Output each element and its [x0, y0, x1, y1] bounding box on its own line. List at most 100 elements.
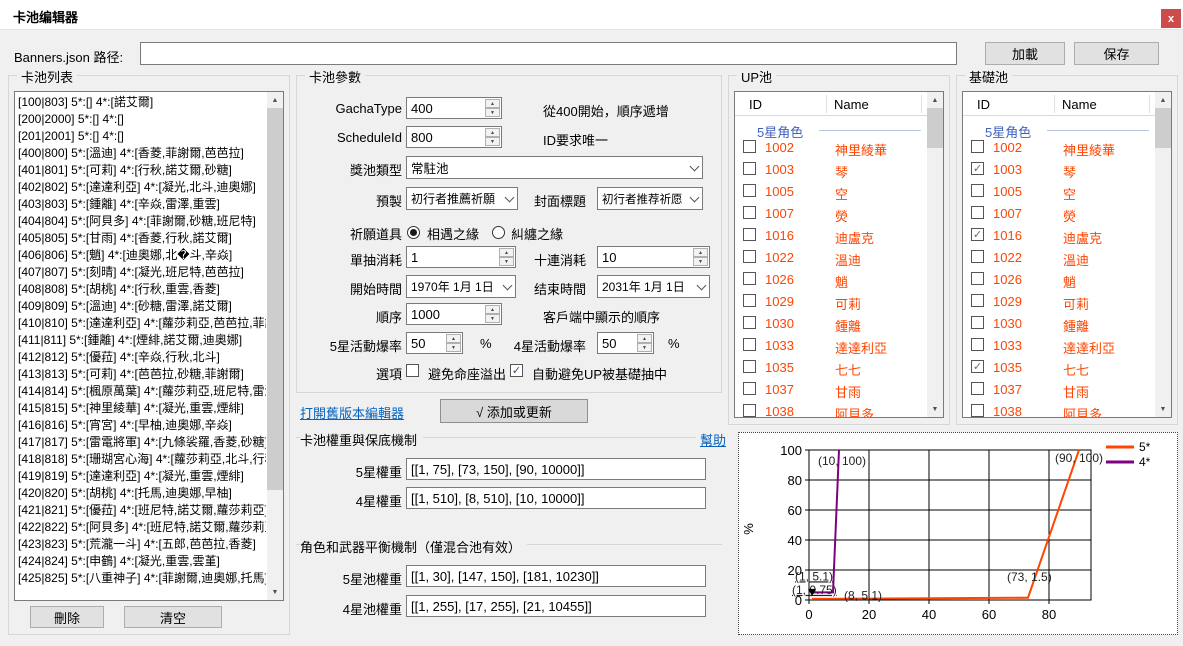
- list-item[interactable]: [415|815] 5*:[神里綾華] 4*:[凝光,重雲,煙緋]: [15, 400, 266, 417]
- scrollbar-thumb[interactable]: [1155, 108, 1171, 148]
- row-checkbox[interactable]: [743, 404, 756, 417]
- list-item[interactable]: [413|813] 5*:[可莉] 4*:[芭芭拉,砂糖,菲謝爾]: [15, 366, 266, 383]
- row-checkbox[interactable]: [971, 206, 984, 219]
- list-item[interactable]: [425|825] 5*:[八重神子] 4*:[菲謝爾,迪奧娜,托馬]: [15, 570, 266, 587]
- row-checkbox[interactable]: [743, 140, 756, 153]
- gachatype-input[interactable]: 400 ▲▼: [406, 97, 502, 119]
- scheduleid-input[interactable]: 800 ▲▼: [406, 126, 502, 148]
- pool-row[interactable]: 1007熒: [963, 205, 1153, 221]
- pool-weight4-input[interactable]: [406, 595, 706, 617]
- pool-row[interactable]: 1016迪盧克: [963, 227, 1153, 243]
- row-checkbox[interactable]: [743, 228, 756, 241]
- scroll-down-icon[interactable]: ▼: [1155, 401, 1171, 417]
- base-pool-list[interactable]: ID Name 5星角色 1002神里綾華1003琴1005空1007熒1016…: [962, 91, 1172, 418]
- row-checkbox[interactable]: [743, 294, 756, 307]
- help-link[interactable]: 幫助: [696, 430, 726, 449]
- pool-listbox[interactable]: [100|803] 5*:[] 4*:[諾艾爾][200|2000] 5*:[]…: [14, 91, 284, 601]
- scrollbar-thumb[interactable]: [927, 108, 943, 148]
- row-checkbox[interactable]: [743, 382, 756, 395]
- list-item[interactable]: [200|2000] 5*:[] 4*:[]: [15, 111, 266, 128]
- pool-type-select[interactable]: 常駐池: [406, 156, 703, 179]
- row-checkbox[interactable]: [743, 206, 756, 219]
- pool-row[interactable]: 1029可莉: [963, 293, 1153, 309]
- list-item[interactable]: [412|812] 5*:[優菈] 4*:[辛焱,行秋,北斗]: [15, 349, 266, 366]
- rate5-spinner[interactable]: ▲▼: [446, 333, 462, 353]
- pool-row[interactable]: 1022溫迪: [735, 249, 925, 265]
- row-checkbox[interactable]: [971, 382, 984, 395]
- end-time-picker[interactable]: 2031年 1月 1日: [597, 275, 710, 298]
- list-item[interactable]: [406|806] 5*:[魈] 4*:[迪奧娜,北�斗,辛焱]: [15, 247, 266, 264]
- load-button[interactable]: 加載: [985, 42, 1065, 65]
- list-item[interactable]: [424|824] 5*:[申鶴] 4*:[凝光,重雲,雲堇]: [15, 553, 266, 570]
- base-pool-scrollbar[interactable]: ▲ ▼: [1155, 92, 1171, 417]
- pool-row[interactable]: 1005空: [735, 183, 925, 199]
- list-item[interactable]: [418|818] 5*:[珊瑚宮心海] 4*:[蘿莎莉亞,北斗,行秋]: [15, 451, 266, 468]
- up-pool-scrollbar[interactable]: ▲ ▼: [927, 92, 943, 417]
- row-checkbox[interactable]: [971, 228, 984, 241]
- pool-row[interactable]: 1035七七: [735, 359, 925, 375]
- row-checkbox[interactable]: [971, 404, 984, 417]
- pool-row[interactable]: 1002神里綾華: [735, 139, 925, 155]
- ten-cost-input[interactable]: 10 ▲▼: [597, 246, 710, 268]
- row-checkbox[interactable]: [971, 140, 984, 153]
- row-checkbox[interactable]: [743, 338, 756, 351]
- pool-row[interactable]: 1022溫迪: [963, 249, 1153, 265]
- close-button[interactable]: x: [1161, 9, 1181, 28]
- scroll-up-icon[interactable]: ▲: [927, 92, 943, 108]
- pool-row[interactable]: 1007熒: [735, 205, 925, 221]
- pool-row[interactable]: 1038阿貝多: [735, 403, 925, 418]
- order-input[interactable]: 1000 ▲▼: [406, 303, 502, 325]
- list-item[interactable]: [402|802] 5*:[達達利亞] 4*:[凝光,北斗,迪奧娜]: [15, 179, 266, 196]
- row-checkbox[interactable]: [971, 272, 984, 285]
- row-checkbox[interactable]: [971, 250, 984, 263]
- pool-row[interactable]: 1038阿貝多: [963, 403, 1153, 418]
- row-checkbox[interactable]: [743, 250, 756, 263]
- pool-row[interactable]: 1033達達利亞: [735, 337, 925, 353]
- list-item[interactable]: [407|807] 5*:[刻晴] 4*:[凝光,班尼特,芭芭拉]: [15, 264, 266, 281]
- pool-row[interactable]: 1026魈: [963, 271, 1153, 287]
- row-checkbox[interactable]: [971, 162, 984, 175]
- scroll-up-icon[interactable]: ▲: [1155, 92, 1171, 108]
- row-checkbox[interactable]: [743, 360, 756, 373]
- row-checkbox[interactable]: [971, 294, 984, 307]
- rate4-spinner[interactable]: ▲▼: [637, 333, 653, 353]
- row-checkbox[interactable]: [971, 184, 984, 197]
- list-item[interactable]: [401|801] 5*:[可莉] 4*:[行秋,諾艾爾,砂糖]: [15, 162, 266, 179]
- pool-row[interactable]: 1003琴: [963, 161, 1153, 177]
- scheduleid-spinner[interactable]: ▲▼: [485, 127, 501, 147]
- row-checkbox[interactable]: [743, 162, 756, 175]
- list-item[interactable]: [100|803] 5*:[] 4*:[諾艾爾]: [15, 94, 266, 111]
- pool-row[interactable]: 1037甘雨: [735, 381, 925, 397]
- delete-button[interactable]: 刪除: [30, 606, 104, 628]
- pool-row[interactable]: 1033達達利亞: [963, 337, 1153, 353]
- row-checkbox[interactable]: [971, 338, 984, 351]
- list-item[interactable]: [201|2001] 5*:[] 4*:[]: [15, 128, 266, 145]
- list-item[interactable]: [421|821] 5*:[優菈] 4*:[班尼特,諾艾爾,蘿莎莉亞]: [15, 502, 266, 519]
- pool-row[interactable]: 1005空: [963, 183, 1153, 199]
- row-checkbox[interactable]: [971, 360, 984, 373]
- list-item[interactable]: [419|819] 5*:[達達利亞] 4*:[凝光,重雲,煙緋]: [15, 468, 266, 485]
- scroll-down-icon[interactable]: ▼: [927, 401, 943, 417]
- add-or-update-button[interactable]: √ 添加或更新: [440, 399, 588, 423]
- auto-avoid-up-checkbox[interactable]: [510, 364, 523, 377]
- list-item[interactable]: [410|810] 5*:[達達利亞] 4*:[蘿莎莉亞,芭芭拉,菲謝爾]: [15, 315, 266, 332]
- list-item[interactable]: [403|803] 5*:[鍾離] 4*:[辛焱,雷澤,重雲]: [15, 196, 266, 213]
- weight5-input[interactable]: [406, 458, 706, 480]
- pool-row[interactable]: 1035七七: [963, 359, 1153, 375]
- order-spinner[interactable]: ▲▼: [485, 304, 501, 324]
- list-item[interactable]: [414|814] 5*:[楓原萬葉] 4*:[蘿莎莉亞,班尼特,雷澤]: [15, 383, 266, 400]
- list-item[interactable]: [408|808] 5*:[胡桃] 4*:[行秋,重雲,香菱]: [15, 281, 266, 298]
- rate4-input[interactable]: 50 ▲▼: [597, 332, 654, 354]
- path-input[interactable]: [140, 42, 957, 65]
- list-item[interactable]: [417|817] 5*:[雷電將軍] 4*:[九條裟羅,香菱,砂糖]: [15, 434, 266, 451]
- save-button[interactable]: 保存: [1074, 42, 1159, 65]
- list-item[interactable]: [420|820] 5*:[胡桃] 4*:[托馬,迪奧娜,早柚]: [15, 485, 266, 502]
- open-old-editor-link[interactable]: 打開舊版本編輯器: [300, 403, 404, 422]
- list-item[interactable]: [409|809] 5*:[溫迪] 4*:[砂糖,雷澤,諾艾爾]: [15, 298, 266, 315]
- pool-row[interactable]: 1030鍾離: [963, 315, 1153, 331]
- pool-row[interactable]: 1016迪盧克: [735, 227, 925, 243]
- pool-row[interactable]: 1029可莉: [735, 293, 925, 309]
- ten-cost-spinner[interactable]: ▲▼: [693, 247, 709, 267]
- clear-button[interactable]: 清空: [124, 606, 222, 628]
- pool-row[interactable]: 1030鍾離: [735, 315, 925, 331]
